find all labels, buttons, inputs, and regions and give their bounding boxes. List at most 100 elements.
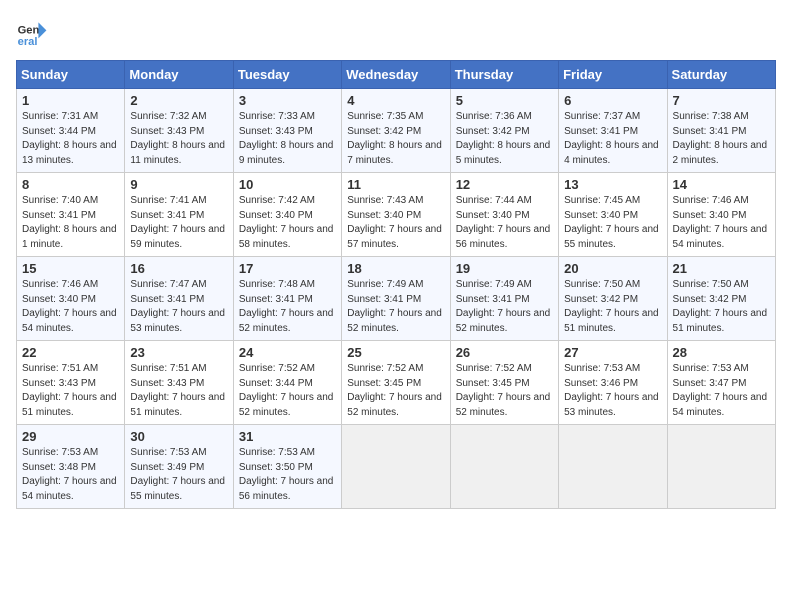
day-info: Sunrise: 7:49 AM Sunset: 3:41 PM Dayligh… xyxy=(456,278,553,336)
calendar-week-row: 29 Sunrise: 7:53 AM Sunset: 3:48 PM Dayl… xyxy=(17,425,776,509)
day-number: 15 xyxy=(22,261,119,276)
day-number: 24 xyxy=(239,345,336,360)
day-info: Sunrise: 7:42 AM Sunset: 3:40 PM Dayligh… xyxy=(239,194,336,252)
calendar-day-cell: 17 Sunrise: 7:48 AM Sunset: 3:41 PM Dayl… xyxy=(233,257,341,341)
day-number: 22 xyxy=(22,345,119,360)
day-info: Sunrise: 7:31 AM Sunset: 3:44 PM Dayligh… xyxy=(22,110,119,168)
day-number: 6 xyxy=(564,93,661,108)
day-info: Sunrise: 7:44 AM Sunset: 3:40 PM Dayligh… xyxy=(456,194,553,252)
day-number: 1 xyxy=(22,93,119,108)
day-info: Sunrise: 7:47 AM Sunset: 3:41 PM Dayligh… xyxy=(130,278,227,336)
calendar-day-cell: 4 Sunrise: 7:35 AM Sunset: 3:42 PM Dayli… xyxy=(342,89,450,173)
calendar-body: 1 Sunrise: 7:31 AM Sunset: 3:44 PM Dayli… xyxy=(17,89,776,509)
calendar-day-cell: 19 Sunrise: 7:49 AM Sunset: 3:41 PM Dayl… xyxy=(450,257,558,341)
day-number: 14 xyxy=(673,177,770,192)
day-info: Sunrise: 7:53 AM Sunset: 3:48 PM Dayligh… xyxy=(22,446,119,504)
day-number: 31 xyxy=(239,429,336,444)
calendar-week-row: 15 Sunrise: 7:46 AM Sunset: 3:40 PM Dayl… xyxy=(17,257,776,341)
calendar-table: SundayMondayTuesdayWednesdayThursdayFrid… xyxy=(16,60,776,509)
calendar-day-cell: 25 Sunrise: 7:52 AM Sunset: 3:45 PM Dayl… xyxy=(342,341,450,425)
calendar-day-cell: 24 Sunrise: 7:52 AM Sunset: 3:44 PM Dayl… xyxy=(233,341,341,425)
logo: Gen eral xyxy=(16,16,52,48)
day-number: 4 xyxy=(347,93,444,108)
day-number: 21 xyxy=(673,261,770,276)
day-number: 12 xyxy=(456,177,553,192)
calendar-day-cell: 28 Sunrise: 7:53 AM Sunset: 3:47 PM Dayl… xyxy=(667,341,775,425)
calendar-day-cell: 27 Sunrise: 7:53 AM Sunset: 3:46 PM Dayl… xyxy=(559,341,667,425)
day-info: Sunrise: 7:41 AM Sunset: 3:41 PM Dayligh… xyxy=(130,194,227,252)
day-info: Sunrise: 7:46 AM Sunset: 3:40 PM Dayligh… xyxy=(22,278,119,336)
calendar-day-cell: 26 Sunrise: 7:52 AM Sunset: 3:45 PM Dayl… xyxy=(450,341,558,425)
page-header: Gen eral xyxy=(16,16,776,48)
day-info: Sunrise: 7:35 AM Sunset: 3:42 PM Dayligh… xyxy=(347,110,444,168)
day-number: 19 xyxy=(456,261,553,276)
day-info: Sunrise: 7:52 AM Sunset: 3:45 PM Dayligh… xyxy=(347,362,444,420)
calendar-day-cell: 14 Sunrise: 7:46 AM Sunset: 3:40 PM Dayl… xyxy=(667,173,775,257)
calendar-day-cell xyxy=(450,425,558,509)
weekday-header: Tuesday xyxy=(233,61,341,89)
calendar-day-cell: 9 Sunrise: 7:41 AM Sunset: 3:41 PM Dayli… xyxy=(125,173,233,257)
day-number: 17 xyxy=(239,261,336,276)
weekday-header: Monday xyxy=(125,61,233,89)
calendar-day-cell: 31 Sunrise: 7:53 AM Sunset: 3:50 PM Dayl… xyxy=(233,425,341,509)
calendar-day-cell: 23 Sunrise: 7:51 AM Sunset: 3:43 PM Dayl… xyxy=(125,341,233,425)
day-info: Sunrise: 7:48 AM Sunset: 3:41 PM Dayligh… xyxy=(239,278,336,336)
weekday-header: Wednesday xyxy=(342,61,450,89)
calendar-day-cell: 30 Sunrise: 7:53 AM Sunset: 3:49 PM Dayl… xyxy=(125,425,233,509)
day-number: 28 xyxy=(673,345,770,360)
calendar-day-cell: 5 Sunrise: 7:36 AM Sunset: 3:42 PM Dayli… xyxy=(450,89,558,173)
day-number: 13 xyxy=(564,177,661,192)
day-number: 3 xyxy=(239,93,336,108)
svg-text:Gen: Gen xyxy=(18,25,40,37)
calendar-day-cell: 20 Sunrise: 7:50 AM Sunset: 3:42 PM Dayl… xyxy=(559,257,667,341)
day-info: Sunrise: 7:53 AM Sunset: 3:46 PM Dayligh… xyxy=(564,362,661,420)
day-number: 10 xyxy=(239,177,336,192)
calendar-day-cell: 22 Sunrise: 7:51 AM Sunset: 3:43 PM Dayl… xyxy=(17,341,125,425)
calendar-day-cell: 6 Sunrise: 7:37 AM Sunset: 3:41 PM Dayli… xyxy=(559,89,667,173)
day-number: 27 xyxy=(564,345,661,360)
day-info: Sunrise: 7:36 AM Sunset: 3:42 PM Dayligh… xyxy=(456,110,553,168)
calendar-day-cell: 21 Sunrise: 7:50 AM Sunset: 3:42 PM Dayl… xyxy=(667,257,775,341)
day-info: Sunrise: 7:50 AM Sunset: 3:42 PM Dayligh… xyxy=(673,278,770,336)
day-info: Sunrise: 7:37 AM Sunset: 3:41 PM Dayligh… xyxy=(564,110,661,168)
day-info: Sunrise: 7:46 AM Sunset: 3:40 PM Dayligh… xyxy=(673,194,770,252)
calendar-day-cell xyxy=(667,425,775,509)
weekday-header: Saturday xyxy=(667,61,775,89)
calendar-day-cell xyxy=(342,425,450,509)
day-info: Sunrise: 7:32 AM Sunset: 3:43 PM Dayligh… xyxy=(130,110,227,168)
calendar-day-cell: 3 Sunrise: 7:33 AM Sunset: 3:43 PM Dayli… xyxy=(233,89,341,173)
day-info: Sunrise: 7:52 AM Sunset: 3:44 PM Dayligh… xyxy=(239,362,336,420)
calendar-day-cell: 12 Sunrise: 7:44 AM Sunset: 3:40 PM Dayl… xyxy=(450,173,558,257)
day-info: Sunrise: 7:45 AM Sunset: 3:40 PM Dayligh… xyxy=(564,194,661,252)
calendar-header: SundayMondayTuesdayWednesdayThursdayFrid… xyxy=(17,61,776,89)
calendar-day-cell: 10 Sunrise: 7:42 AM Sunset: 3:40 PM Dayl… xyxy=(233,173,341,257)
day-number: 9 xyxy=(130,177,227,192)
day-info: Sunrise: 7:43 AM Sunset: 3:40 PM Dayligh… xyxy=(347,194,444,252)
calendar-day-cell: 2 Sunrise: 7:32 AM Sunset: 3:43 PM Dayli… xyxy=(125,89,233,173)
day-info: Sunrise: 7:53 AM Sunset: 3:47 PM Dayligh… xyxy=(673,362,770,420)
day-number: 26 xyxy=(456,345,553,360)
calendar-day-cell: 18 Sunrise: 7:49 AM Sunset: 3:41 PM Dayl… xyxy=(342,257,450,341)
calendar-day-cell: 1 Sunrise: 7:31 AM Sunset: 3:44 PM Dayli… xyxy=(17,89,125,173)
calendar-day-cell: 7 Sunrise: 7:38 AM Sunset: 3:41 PM Dayli… xyxy=(667,89,775,173)
day-number: 11 xyxy=(347,177,444,192)
calendar-day-cell: 16 Sunrise: 7:47 AM Sunset: 3:41 PM Dayl… xyxy=(125,257,233,341)
day-info: Sunrise: 7:33 AM Sunset: 3:43 PM Dayligh… xyxy=(239,110,336,168)
day-info: Sunrise: 7:40 AM Sunset: 3:41 PM Dayligh… xyxy=(22,194,119,252)
day-info: Sunrise: 7:49 AM Sunset: 3:41 PM Dayligh… xyxy=(347,278,444,336)
day-number: 5 xyxy=(456,93,553,108)
day-number: 8 xyxy=(22,177,119,192)
day-number: 2 xyxy=(130,93,227,108)
weekday-header: Friday xyxy=(559,61,667,89)
svg-text:eral: eral xyxy=(18,36,38,48)
day-info: Sunrise: 7:51 AM Sunset: 3:43 PM Dayligh… xyxy=(22,362,119,420)
calendar-day-cell: 29 Sunrise: 7:53 AM Sunset: 3:48 PM Dayl… xyxy=(17,425,125,509)
day-info: Sunrise: 7:50 AM Sunset: 3:42 PM Dayligh… xyxy=(564,278,661,336)
day-number: 18 xyxy=(347,261,444,276)
day-number: 7 xyxy=(673,93,770,108)
calendar-day-cell: 13 Sunrise: 7:45 AM Sunset: 3:40 PM Dayl… xyxy=(559,173,667,257)
day-number: 29 xyxy=(22,429,119,444)
weekday-header: Sunday xyxy=(17,61,125,89)
weekday-header: Thursday xyxy=(450,61,558,89)
day-info: Sunrise: 7:38 AM Sunset: 3:41 PM Dayligh… xyxy=(673,110,770,168)
